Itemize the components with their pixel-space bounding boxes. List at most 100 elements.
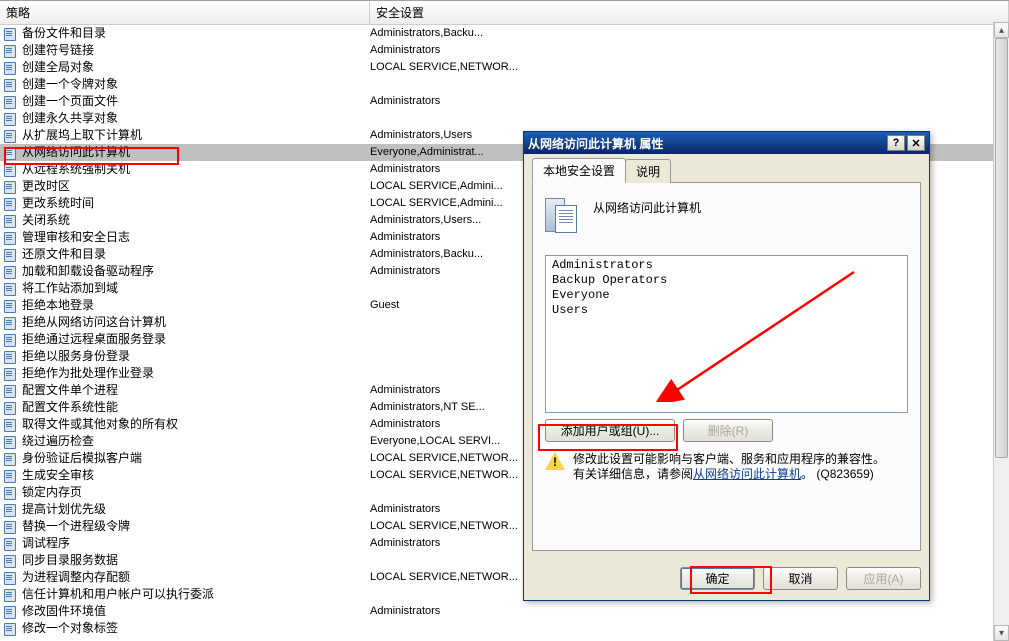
dialog-titlebar[interactable]: 从网络访问此计算机 属性 ? ✕ — [524, 132, 929, 154]
security-setting-value: LOCAL SERVICE,NETWOR... — [370, 59, 1009, 76]
cancel-button[interactable]: 取消 — [763, 567, 838, 590]
warning-line2a: 有关详细信息，请参阅 — [573, 467, 693, 481]
scroll-thumb[interactable] — [995, 38, 1008, 458]
policy-label: 绕过遍历检查 — [22, 433, 370, 450]
policy-label: 生成安全审核 — [22, 467, 370, 484]
policy-item-icon — [4, 248, 22, 262]
apply-button[interactable]: 应用(A) — [846, 567, 921, 590]
policy-item-icon — [4, 520, 22, 534]
policy-label: 配置文件单个进程 — [22, 382, 370, 399]
dialog-title: 从网络访问此计算机 属性 — [528, 135, 885, 152]
tab-local-security[interactable]: 本地安全设置 — [532, 158, 626, 183]
policy-label: 管理审核和安全日志 — [22, 229, 370, 246]
tab-explain[interactable]: 说明 — [625, 159, 671, 183]
column-header-policy[interactable]: 策略 — [0, 1, 370, 24]
members-listbox[interactable]: Administrators Backup Operators Everyone… — [545, 255, 908, 413]
vertical-scrollbar[interactable]: ▴ ▾ — [993, 22, 1009, 641]
policy-item-icon — [4, 622, 22, 636]
policy-label: 备份文件和目录 — [22, 25, 370, 42]
policy-row[interactable]: 创建一个页面文件Administrators — [0, 93, 1009, 110]
policy-item-icon — [4, 61, 22, 75]
warning-text: 修改此设置可能影响与客户端、服务和应用程序的兼容性。 有关详细信息，请参阅从网络… — [573, 452, 885, 482]
policy-item-icon — [4, 401, 22, 415]
policy-item-icon — [4, 588, 22, 602]
properties-dialog: 从网络访问此计算机 属性 ? ✕ 本地安全设置 说明 从网络访问此计算机 Adm… — [523, 131, 930, 601]
policy-label: 拒绝通过远程桌面服务登录 — [22, 331, 370, 348]
policy-label: 拒绝本地登录 — [22, 297, 370, 314]
warning-line2b: 。 (Q823659) — [801, 467, 874, 481]
policy-row[interactable]: 备份文件和目录Administrators,Backu... — [0, 25, 1009, 42]
policy-item-icon — [4, 163, 22, 177]
policy-label: 信任计算机和用户帐户可以执行委派 — [22, 586, 370, 603]
policy-item-icon — [4, 112, 22, 126]
window-root: 策略 安全设置 备份文件和目录Administrators,Backu...创建… — [0, 0, 1009, 641]
scroll-down-button[interactable]: ▾ — [994, 625, 1009, 641]
policy-heading: 从网络访问此计算机 — [545, 195, 908, 235]
policy-label: 从网络访问此计算机 — [22, 144, 370, 161]
policy-item-icon — [4, 231, 22, 245]
policy-label: 还原文件和目录 — [22, 246, 370, 263]
policy-item-icon — [4, 452, 22, 466]
policy-item-icon — [4, 180, 22, 194]
policy-label: 拒绝作为批处理作业登录 — [22, 365, 370, 382]
warning-link[interactable]: 从网络访问此计算机 — [693, 467, 801, 481]
policy-row[interactable]: 创建符号链接Administrators — [0, 42, 1009, 59]
policy-item-icon — [4, 537, 22, 551]
warning-line1: 修改此设置可能影响与客户端、服务和应用程序的兼容性。 — [573, 452, 885, 466]
policy-label: 创建永久共享对象 — [22, 110, 370, 127]
policy-item-icon — [4, 333, 22, 347]
policy-label: 调试程序 — [22, 535, 370, 552]
tab-panel: 从网络访问此计算机 Administrators Backup Operator… — [532, 182, 921, 551]
policy-label: 拒绝从网络访问这台计算机 — [22, 314, 370, 331]
policy-label: 更改系统时间 — [22, 195, 370, 212]
policy-label: 修改固件环境值 — [22, 603, 370, 620]
tab-strip: 本地安全设置 说明 — [532, 160, 921, 182]
policy-item-icon — [4, 27, 22, 41]
policy-label: 修改一个对象标签 — [22, 620, 370, 637]
policy-label: 从远程系统强制关机 — [22, 161, 370, 178]
remove-button[interactable]: 删除(R) — [683, 419, 773, 442]
policy-item-icon — [4, 265, 22, 279]
policy-label: 提高计划优先级 — [22, 501, 370, 518]
ok-button[interactable]: 确定 — [680, 567, 755, 590]
policy-label: 创建一个页面文件 — [22, 93, 370, 110]
policy-item-icon — [4, 418, 22, 432]
policy-label: 更改时区 — [22, 178, 370, 195]
policy-label: 为进程调整内存配额 — [22, 569, 370, 586]
compatibility-warning: 修改此设置可能影响与客户端、服务和应用程序的兼容性。 有关详细信息，请参阅从网络… — [545, 452, 908, 482]
policy-label: 取得文件或其他对象的所有权 — [22, 416, 370, 433]
policy-item-icon — [4, 435, 22, 449]
close-button[interactable]: ✕ — [907, 135, 925, 151]
policy-item-icon — [4, 605, 22, 619]
help-button[interactable]: ? — [887, 135, 905, 151]
policy-item-icon — [4, 503, 22, 517]
policy-label: 将工作站添加到域 — [22, 280, 370, 297]
policy-row[interactable]: 创建永久共享对象 — [0, 110, 1009, 127]
policy-label: 替换一个进程级令牌 — [22, 518, 370, 535]
warning-icon — [545, 452, 565, 470]
policy-label: 配置文件系统性能 — [22, 399, 370, 416]
column-header-setting[interactable]: 安全设置 — [370, 1, 1009, 24]
policy-row[interactable]: 创建一个令牌对象 — [0, 76, 1009, 93]
scroll-track[interactable] — [994, 38, 1009, 625]
security-setting-value: Administrators — [370, 42, 1009, 59]
policy-item-icon — [4, 44, 22, 58]
policy-item-icon — [4, 350, 22, 364]
policy-row[interactable]: 创建全局对象LOCAL SERVICE,NETWOR... — [0, 59, 1009, 76]
list-header: 策略 安全设置 — [0, 1, 1009, 25]
policy-item-icon — [4, 299, 22, 313]
policy-row[interactable]: 修改固件环境值Administrators — [0, 603, 1009, 620]
policy-label: 创建全局对象 — [22, 59, 370, 76]
policy-icon — [545, 195, 581, 235]
policy-item-icon — [4, 554, 22, 568]
add-user-or-group-button[interactable]: 添加用户或组(U)... — [545, 419, 675, 442]
policy-item-icon — [4, 282, 22, 296]
policy-item-icon — [4, 469, 22, 483]
dialog-footer: 确定 取消 应用(A) — [524, 559, 929, 600]
policy-item-icon — [4, 95, 22, 109]
scroll-up-button[interactable]: ▴ — [994, 22, 1009, 38]
policy-label: 同步目录服务数据 — [22, 552, 370, 569]
policy-item-icon — [4, 129, 22, 143]
member-buttons-row: 添加用户或组(U)... 删除(R) — [545, 419, 908, 442]
policy-row[interactable]: 修改一个对象标签 — [0, 620, 1009, 637]
